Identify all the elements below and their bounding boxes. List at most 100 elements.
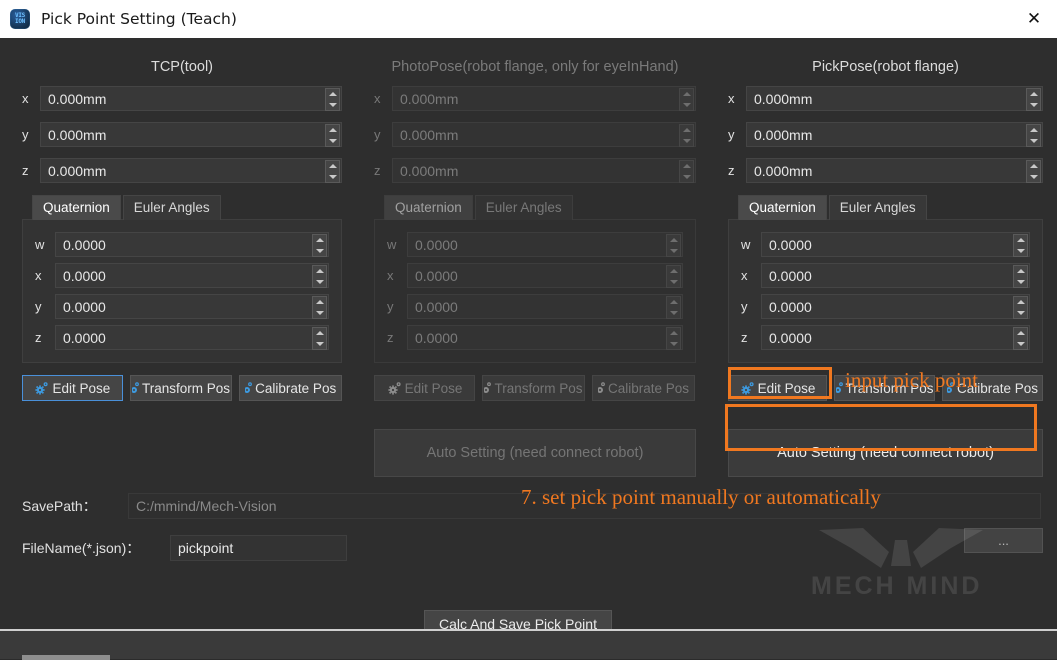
stepper-up-icon[interactable] [313,266,326,277]
tcp-q-y-input[interactable]: 0.0000 [55,294,329,319]
tab-euler-angles-pickpose[interactable]: Euler Angles [828,195,927,220]
tcp-edit-pose-button[interactable]: Edit Pose [22,375,123,401]
pickpose-q-y-label: y [741,299,748,314]
stepper-down-icon[interactable] [326,136,339,147]
tcp-z-label: z [22,163,29,178]
tcp-q-x-label: x [35,268,42,283]
stepper-down-icon[interactable] [1027,100,1040,111]
pickpose-auto-setting-label: Auto Setting (need connect robot) [777,445,994,461]
pickpose-q-y-stepper[interactable] [1013,296,1028,319]
pickpose-auto-setting-button[interactable]: Auto Setting (need connect robot) [728,429,1043,477]
stepper-up-icon[interactable] [313,297,326,308]
pickpose-y-input[interactable]: 0.000mm [746,122,1043,147]
pickpose-z-input[interactable]: 0.000mm [746,158,1043,183]
stepper-down-icon[interactable] [1027,172,1040,183]
stepper-up-icon [667,235,680,246]
tcp-q-y-value: 0.0000 [63,298,106,315]
gear-icon [245,381,253,395]
stepper-down-icon[interactable] [326,172,339,183]
photopose-x-input: 0.000mm [392,86,696,111]
tab-quaternion-tcp[interactable]: Quaternion [32,195,121,220]
tcp-q-w-stepper[interactable] [312,234,327,257]
tcp-z-input[interactable]: 0.000mm [40,158,342,183]
tab-euler-angles-tcp[interactable]: Euler Angles [122,195,221,220]
pickpose-edit-pose-button[interactable]: Edit Pose [728,375,828,401]
stepper-down-icon [680,136,693,147]
tcp-q-w-input[interactable]: 0.0000 [55,232,329,257]
pickpose-q-y-input[interactable]: 0.0000 [761,294,1030,319]
stepper-up-icon[interactable] [313,328,326,339]
stepper-up-icon[interactable] [326,161,339,172]
stepper-up-icon[interactable] [326,125,339,136]
pickpose-q-w-stepper[interactable] [1013,234,1028,257]
stepper-down-icon[interactable] [313,246,326,257]
pickpose-y-stepper[interactable] [1026,124,1041,147]
photopose-q-z-value: 0.0000 [415,329,458,346]
photopose-tabbar: Quaternion Euler Angles [374,195,696,220]
pickpose-x-input[interactable]: 0.000mm [746,86,1043,111]
stepper-down-icon[interactable] [1014,277,1027,288]
pickpose-q-z-stepper[interactable] [1013,327,1028,350]
tcp-q-z-stepper[interactable] [312,327,327,350]
stepper-up-icon[interactable] [1014,235,1027,246]
stepper-down-icon[interactable] [313,308,326,319]
stepper-down-icon[interactable] [1014,339,1027,350]
pickpose-edit-pose-label: Edit Pose [757,380,816,396]
bottom-taskbar-chip[interactable] [22,655,110,660]
tcp-q-z-input[interactable]: 0.0000 [55,325,329,350]
pickpose-q-z-input[interactable]: 0.0000 [761,325,1030,350]
tcp-y-input[interactable]: 0.000mm [40,122,342,147]
stepper-down-icon[interactable] [313,277,326,288]
filename-input[interactable]: pickpoint [170,535,347,561]
close-icon[interactable]: ✕ [1011,0,1057,38]
pickpose-x-stepper[interactable] [1026,88,1041,111]
window-title: Pick Point Setting (Teach) [41,10,237,28]
stepper-down-icon[interactable] [313,339,326,350]
photopose-q-w-stepper [666,234,681,257]
tab-quaternion-pickpose[interactable]: Quaternion [738,195,827,220]
tcp-edit-pose-label: Edit Pose [52,380,111,396]
photopose-q-x-value: 0.0000 [415,267,458,284]
pickpose-q-w-label: w [741,237,751,252]
photopose-auto-setting-label: Auto Setting (need connect robot) [426,445,644,461]
tcp-q-x-input[interactable]: 0.0000 [55,263,329,288]
stepper-up-icon[interactable] [1027,125,1040,136]
stepper-down-icon[interactable] [1014,308,1027,319]
filename-row: FileName(*.json)： pickpoint [22,535,347,561]
tcp-button-row: Edit Pose Transform Pos Calibrate Pos [22,375,343,401]
tcp-y-stepper[interactable] [325,124,340,147]
pickpose-z-stepper[interactable] [1026,160,1041,183]
pickpose-q-w-input[interactable]: 0.0000 [761,232,1030,257]
stepper-up-icon[interactable] [1014,266,1027,277]
photopose-q-x-row: x 0.0000 [387,263,683,288]
stepper-up-icon[interactable] [1027,161,1040,172]
stepper-up-icon[interactable] [1014,328,1027,339]
tcp-q-y-stepper[interactable] [312,296,327,319]
tcp-q-x-stepper[interactable] [312,265,327,288]
tcp-transform-pose-button[interactable]: Transform Pos [129,375,233,401]
stepper-down-icon[interactable] [326,100,339,111]
tcp-z-stepper[interactable] [325,160,340,183]
stepper-up-icon[interactable] [313,235,326,246]
pickpose-q-x-input[interactable]: 0.0000 [761,263,1030,288]
stepper-up-icon[interactable] [1014,297,1027,308]
stepper-up-icon[interactable] [1027,89,1040,100]
pickpose-q-x-stepper[interactable] [1013,265,1028,288]
pickpose-z-row: z 0.000mm [728,158,1043,183]
stepper-down-icon[interactable] [1014,246,1027,257]
tab-euler-angles-photopose: Euler Angles [474,195,573,220]
annotation-step-7: 7. set pick point manually or automatica… [521,485,881,509]
browse-button[interactable]: ... [964,528,1043,553]
tcp-q-w-label: w [35,237,45,252]
stepper-up-icon[interactable] [326,89,339,100]
stepper-up-icon [667,266,680,277]
vision-app-icon: VIS ION [10,9,30,29]
pickpose-q-x-row: x 0.0000 [741,263,1030,288]
pickpose-q-z-value: 0.0000 [769,329,812,346]
tcp-x-input[interactable]: 0.000mm [40,86,342,111]
tcp-calibrate-pose-button[interactable]: Calibrate Pos [239,375,343,401]
stepper-down-icon[interactable] [1027,136,1040,147]
tcp-x-stepper[interactable] [325,88,340,111]
pickpose-x-value: 0.000mm [754,90,813,107]
column-pickpose: PickPose(robot flange) x 0.000mm y 0.000… [728,38,1043,477]
